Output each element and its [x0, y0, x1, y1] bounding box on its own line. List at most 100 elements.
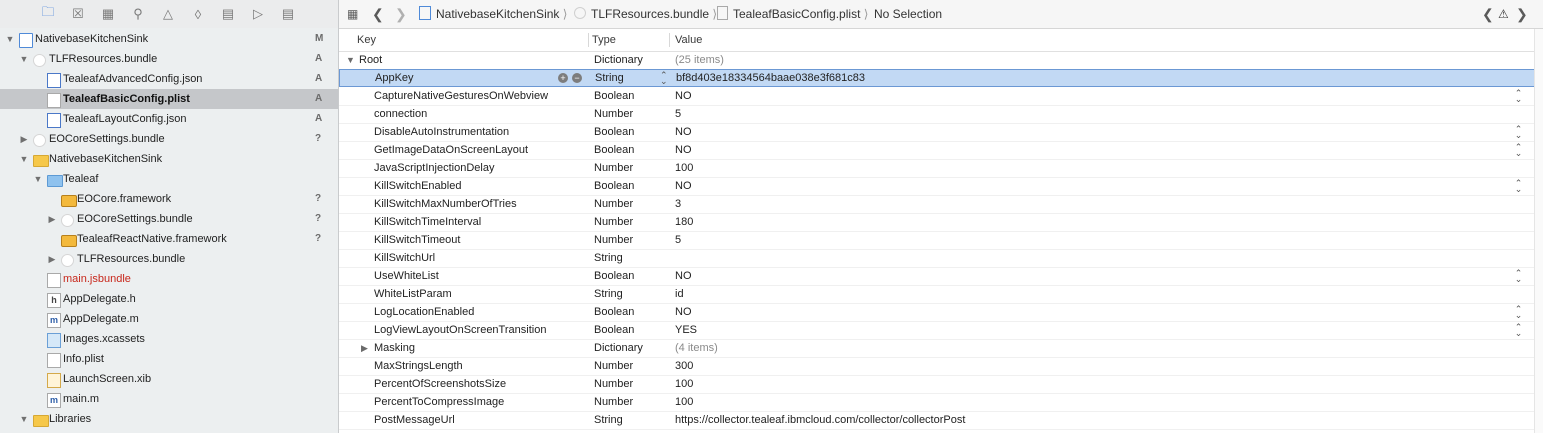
- plist-value[interactable]: NO: [675, 141, 692, 159]
- plist-value[interactable]: YES: [675, 321, 697, 339]
- plist-value[interactable]: id: [675, 285, 684, 303]
- plist-row[interactable]: UseWhiteList Boolean NO ⌃ ⌄: [339, 267, 1534, 286]
- tree-item[interactable]: ▶ EOCoreSettings.bundle?: [0, 209, 338, 229]
- forward-arrow-icon[interactable]: ❯: [395, 6, 407, 22]
- plist-row[interactable]: PostMessageUrl String https://collector.te…: [339, 411, 1534, 430]
- disclosure-open-icon[interactable]: ▼: [4, 29, 16, 49]
- tree-item[interactable]: ▼ Tealeaf: [0, 169, 338, 189]
- boolean-popup-stepper-icon[interactable]: ⌃ ⌄: [1514, 179, 1523, 194]
- plist-row[interactable]: KillSwitchUrl String: [339, 249, 1534, 268]
- plist-value[interactable]: NO: [675, 87, 692, 105]
- disclosure-open-icon[interactable]: ▼: [346, 51, 355, 69]
- warning-icon[interactable]: ⚠: [1498, 6, 1509, 22]
- plist-key[interactable]: LogViewLayoutOnScreenTransition: [374, 321, 546, 339]
- breadcrumb-project[interactable]: NativebaseKitchenSink ⟩: [419, 6, 567, 22]
- plist-type[interactable]: Boolean: [594, 141, 634, 159]
- plist-type[interactable]: Boolean: [594, 123, 634, 141]
- plist-type[interactable]: Number: [594, 231, 633, 249]
- plist-value[interactable]: NO: [675, 123, 692, 141]
- breadcrumb-bundle[interactable]: TLFResources.bundle ⟩: [574, 6, 717, 22]
- tree-item[interactable]: EOCore.framework?: [0, 189, 338, 209]
- plist-key[interactable]: AppKey: [375, 70, 414, 86]
- type-popup-stepper-icon[interactable]: ⌃ ⌄: [660, 71, 668, 86]
- add-item-icon[interactable]: +: [558, 73, 568, 83]
- plist-row[interactable]: ▼ Root Dictionary (25 items): [339, 51, 1534, 70]
- plist-type[interactable]: Number: [594, 375, 633, 393]
- tree-item[interactable]: Images.xcassets: [0, 329, 338, 349]
- type-column-header[interactable]: Type: [592, 29, 616, 51]
- plist-row[interactable]: CaptureNativeGesturesOnWebview Boolean NO ⌃…: [339, 87, 1534, 106]
- plist-key[interactable]: PercentOfScreenshotsSize: [374, 375, 506, 393]
- plist-value[interactable]: 180: [675, 213, 693, 231]
- plist-key[interactable]: LogLocationEnabled: [374, 303, 474, 321]
- plist-value[interactable]: 5: [675, 105, 681, 123]
- plist-key[interactable]: CaptureNativeGesturesOnWebview: [374, 87, 548, 105]
- disclosure-open-icon[interactable]: ▼: [18, 409, 30, 429]
- plist-row[interactable]: KillSwitchEnabled Boolean NO ⌃ ⌄: [339, 177, 1534, 196]
- plist-type[interactable]: Boolean: [594, 87, 634, 105]
- disclosure-closed-icon[interactable]: ▶: [46, 249, 58, 269]
- plist-type[interactable]: Number: [594, 393, 633, 411]
- disclosure-closed-icon[interactable]: ▶: [361, 339, 368, 357]
- plist-type[interactable]: Boolean: [594, 321, 634, 339]
- plist-type[interactable]: Boolean: [594, 177, 634, 195]
- plist-key[interactable]: MaxStringsLength: [374, 357, 463, 375]
- tree-item[interactable]: h AppDelegate.h: [0, 289, 338, 309]
- breakpoint-icon[interactable]: ▷: [250, 6, 266, 22]
- plist-value[interactable]: bf8d403e18334564baae038e3f681c83: [676, 70, 865, 86]
- plist-value[interactable]: (25 items): [675, 51, 724, 69]
- remove-item-icon[interactable]: −: [572, 73, 582, 83]
- plist-key[interactable]: WhiteListParam: [374, 285, 452, 303]
- plist-key[interactable]: PercentToCompressImage: [374, 393, 504, 411]
- plist-type[interactable]: Number: [594, 195, 633, 213]
- plist-row[interactable]: DisableAutoInstrumentation Boolean NO ⌃ ⌄: [339, 123, 1534, 142]
- plist-type[interactable]: String: [594, 249, 623, 267]
- plist-type[interactable]: Number: [594, 159, 633, 177]
- plist-type[interactable]: Dictionary: [594, 339, 643, 357]
- previous-issue-icon[interactable]: ❮: [1482, 6, 1494, 22]
- disclosure-closed-icon[interactable]: ▶: [46, 209, 58, 229]
- boolean-popup-stepper-icon[interactable]: ⌃ ⌄: [1514, 305, 1523, 320]
- value-column-header[interactable]: Value: [675, 29, 702, 51]
- plist-key[interactable]: Root: [359, 51, 382, 69]
- tree-item[interactable]: ▼ NativebaseKitchenSink M: [0, 29, 338, 49]
- plist-value[interactable]: 100: [675, 159, 693, 177]
- plist-key[interactable]: connection: [374, 105, 427, 123]
- source-control-icon[interactable]: ☒: [70, 6, 86, 22]
- plist-value[interactable]: https://collector.tealeaf.ibmcloud.com/c…: [675, 411, 965, 429]
- plist-key[interactable]: DisableAutoInstrumentation: [374, 123, 509, 141]
- plist-value[interactable]: 5: [675, 231, 681, 249]
- plist-type[interactable]: String: [595, 70, 624, 86]
- tree-item[interactable]: ▼ TLFResources.bundle A: [0, 49, 338, 69]
- hierarchy-icon[interactable]: ▦: [100, 6, 116, 22]
- debug-icon[interactable]: ▤: [220, 6, 236, 22]
- tree-item[interactable]: m AppDelegate.m: [0, 309, 338, 329]
- column-divider[interactable]: [588, 33, 589, 47]
- folder-icon[interactable]: 🗀: [40, 4, 56, 22]
- boolean-popup-stepper-icon[interactable]: ⌃ ⌄: [1514, 269, 1523, 284]
- plist-type[interactable]: Number: [594, 357, 633, 375]
- issue-icon[interactable]: △: [160, 6, 176, 22]
- boolean-popup-stepper-icon[interactable]: ⌃ ⌄: [1514, 323, 1523, 338]
- plist-value[interactable]: 100: [675, 375, 693, 393]
- plist-value[interactable]: 3: [675, 195, 681, 213]
- plist-key[interactable]: KillSwitchTimeInterval: [374, 213, 481, 231]
- disclosure-closed-icon[interactable]: ▶: [18, 129, 30, 149]
- tree-item[interactable]: Info.plist: [0, 349, 338, 369]
- boolean-popup-stepper-icon[interactable]: ⌃ ⌄: [1514, 143, 1523, 158]
- plist-value[interactable]: NO: [675, 303, 692, 321]
- boolean-popup-stepper-icon[interactable]: ⌃ ⌄: [1514, 125, 1523, 140]
- plist-type[interactable]: Number: [594, 105, 633, 123]
- breadcrumb-selection[interactable]: No Selection: [874, 6, 942, 22]
- boolean-popup-stepper-icon[interactable]: ⌃ ⌄: [1514, 89, 1523, 104]
- tree-item[interactable]: TealeafBasicConfig.plist A: [0, 89, 338, 109]
- tree-item[interactable]: ▶ TLFResources.bundle: [0, 249, 338, 269]
- plist-value[interactable]: NO: [675, 177, 692, 195]
- plist-row[interactable]: KillSwitchTimeInterval Number 180: [339, 213, 1534, 232]
- plist-key[interactable]: KillSwitchEnabled: [374, 177, 461, 195]
- column-divider[interactable]: [669, 33, 670, 47]
- plist-type[interactable]: Boolean: [594, 303, 634, 321]
- breadcrumb-file[interactable]: TealeafBasicConfig.plist ⟩: [717, 6, 868, 22]
- tree-item[interactable]: TealeafLayoutConfig.json A: [0, 109, 338, 129]
- tree-item[interactable]: main.jsbundle: [0, 269, 338, 289]
